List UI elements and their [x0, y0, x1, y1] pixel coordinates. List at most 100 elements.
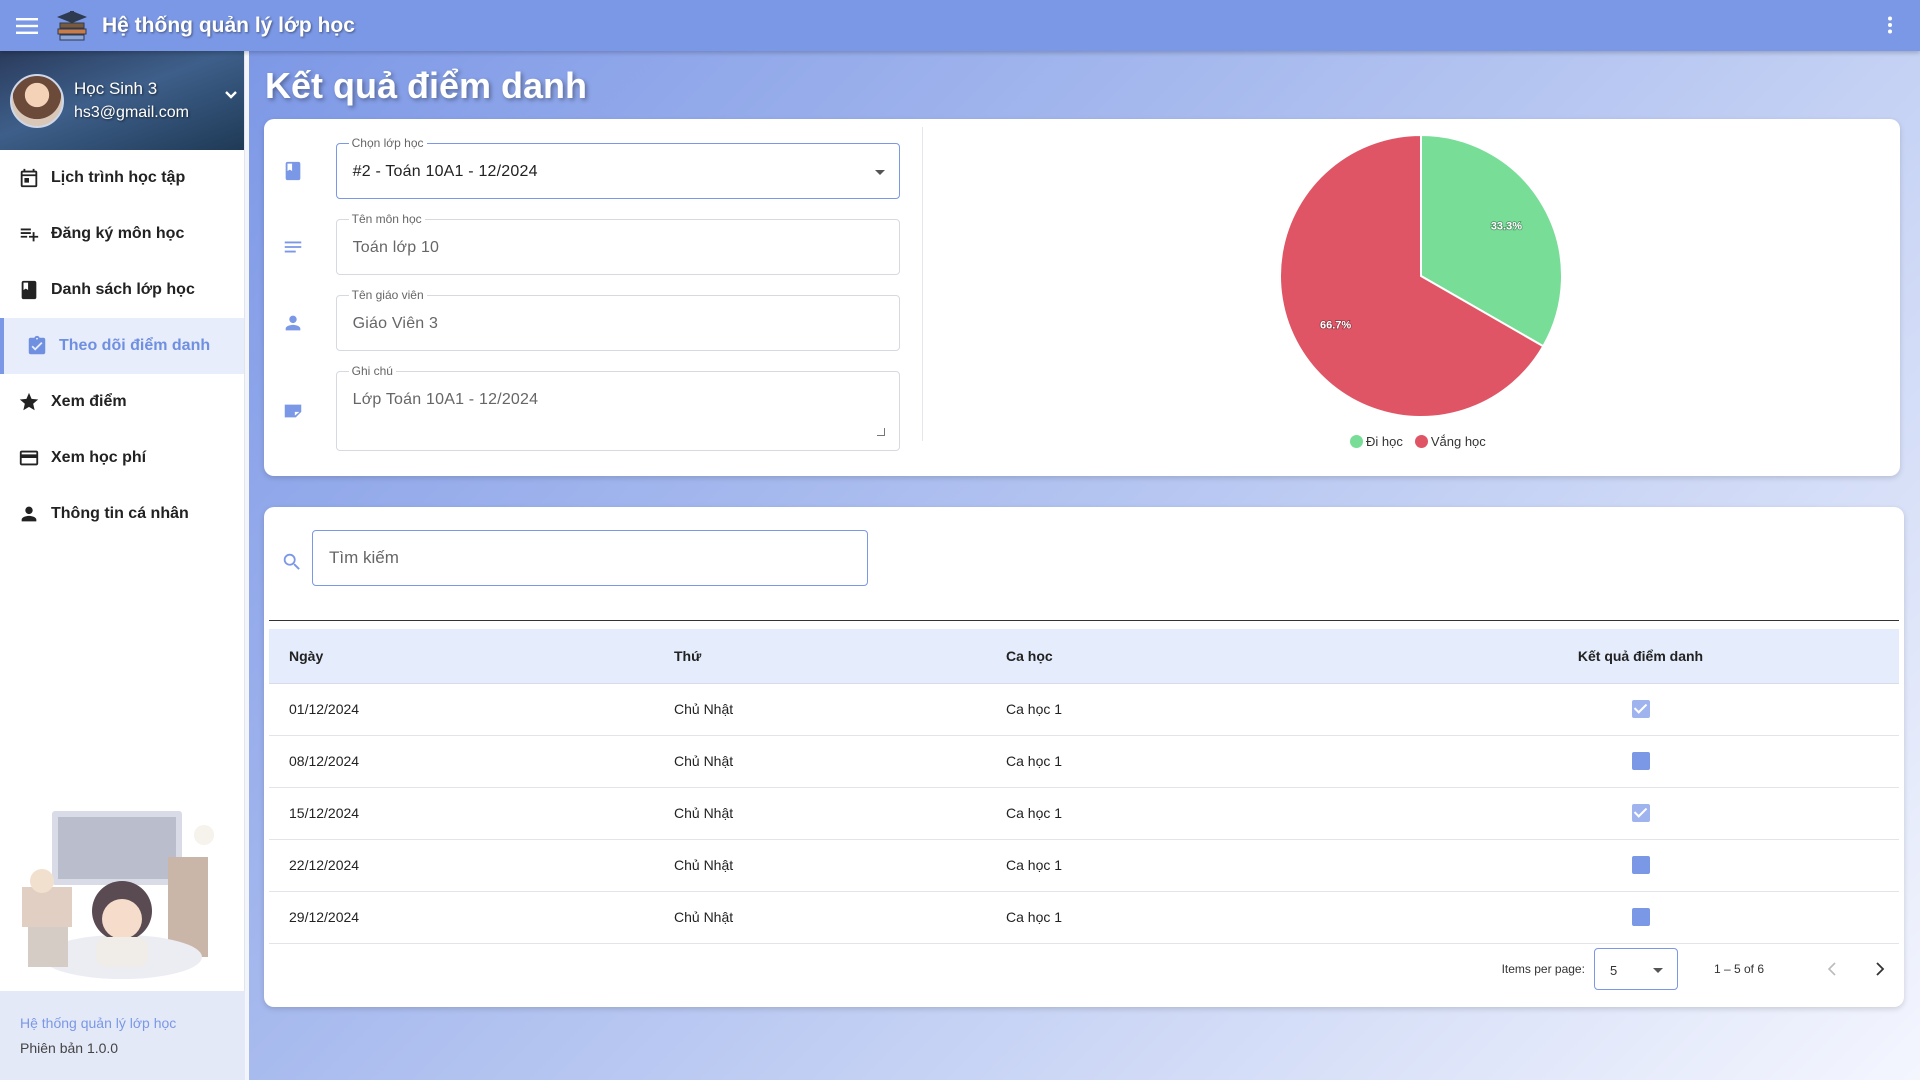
- paginator: Items per page: 5 1 – 5 of 6: [1502, 947, 1904, 991]
- legend-item-absent[interactable]: Vắng học: [1414, 434, 1486, 449]
- dropdown-arrow-icon: [1652, 968, 1663, 973]
- version-number: 1.0.0: [86, 1040, 119, 1056]
- cell-weekday: Chủ Nhật: [674, 787, 1006, 840]
- sidebar-item-tuition[interactable]: Xem học phí: [0, 430, 244, 486]
- sidebar-item-schedule[interactable]: Lịch trình học tập: [0, 150, 244, 206]
- legend-label: Đi học: [1366, 434, 1403, 449]
- divider: [922, 127, 923, 441]
- class-select[interactable]: Chọn lớp học #2 - Toán 10A1 - 12/2024: [335, 136, 900, 199]
- note-row: Ghi chú Lớp Toán 10A1 - 12/2024: [280, 364, 900, 451]
- star-icon: [19, 392, 39, 411]
- cell-shift: Ca học 1: [1006, 735, 1382, 788]
- class-select-label: Chọn lớp học: [348, 136, 427, 150]
- attendance-checkbox[interactable]: [1631, 908, 1650, 927]
- pie-data-label: 33.3%: [1491, 220, 1522, 232]
- sidebar-item-label: Xem điểm: [51, 393, 127, 410]
- attendance-checkbox[interactable]: [1631, 804, 1650, 823]
- sidebar: Học Sinh 3 hs3@gmail.com Lịch trình học …: [0, 51, 245, 1080]
- notes-icon: [280, 234, 306, 260]
- column-header-result[interactable]: Kết quả điểm danh: [1382, 629, 1899, 684]
- sidebar-footer: Hệ thống quản lý lớp học Phiên bản 1.0.0: [0, 991, 245, 1080]
- book-icon: [280, 158, 306, 184]
- attendance-checkbox[interactable]: [1631, 752, 1650, 771]
- attendance-checkbox[interactable]: [1631, 700, 1650, 719]
- sidebar-item-label: Danh sách lớp học: [51, 281, 195, 298]
- attendance-pie-chart: 33.3% 66.7%: [1278, 133, 1564, 419]
- top-app-bar: Hệ thống quản lý lớp học: [0, 0, 1920, 51]
- table-row: 15/12/2024 Chủ Nhật Ca học 1: [269, 787, 1899, 840]
- attendance-table: Ngày Thứ Ca học Kết quả điểm danh 01/12/…: [269, 629, 1899, 944]
- page-title: Kết quả điểm danh: [265, 65, 588, 106]
- note-value: Lớp Toán 10A1 - 12/2024: [352, 391, 539, 408]
- page-size-select[interactable]: 5: [1593, 948, 1678, 990]
- cell-shift: Ca học 1: [1006, 839, 1382, 892]
- table-header-row: Ngày Thứ Ca học Kết quả điểm danh: [269, 629, 1899, 684]
- teacher-label: Tên giáo viên: [348, 288, 427, 302]
- note-field: Ghi chú Lớp Toán 10A1 - 12/2024: [335, 364, 900, 451]
- attendance-table-card: Ngày Thứ Ca học Kết quả điểm danh 01/12/…: [264, 507, 1904, 1007]
- sidebar-item-classes[interactable]: Danh sách lớp học: [0, 262, 244, 318]
- legend-label: Vắng học: [1430, 434, 1486, 449]
- subject-field: Tên môn học Toán lớp 10: [335, 212, 900, 275]
- resize-handle-icon: [877, 428, 885, 436]
- cell-weekday: Chủ Nhật: [674, 735, 1006, 788]
- column-header-weekday[interactable]: Thứ: [674, 629, 1006, 684]
- sidebar-item-profile[interactable]: Thông tin cá nhân: [0, 486, 244, 542]
- cell-shift: Ca học 1: [1006, 787, 1382, 840]
- subject-value: Toán lớp 10: [352, 239, 440, 256]
- book-icon: [21, 280, 37, 300]
- search-input[interactable]: [312, 530, 868, 586]
- sticky-note-icon: [280, 398, 306, 424]
- calendar-icon: [20, 168, 38, 188]
- menu-icon[interactable]: [0, 0, 54, 51]
- chevron-right-icon: [1876, 962, 1885, 976]
- teacher-value: Giáo Viên 3: [352, 315, 439, 332]
- chevron-down-icon[interactable]: [224, 87, 238, 105]
- sidebar-item-attendance[interactable]: Theo dõi điểm danh: [0, 318, 244, 374]
- page-range: 1 – 5 of 6: [1713, 962, 1764, 976]
- column-header-shift[interactable]: Ca học: [1006, 629, 1382, 684]
- subject-row: Tên môn học Toán lớp 10: [280, 212, 900, 275]
- cell-weekday: Chủ Nhật: [674, 839, 1006, 892]
- chevron-left-icon: [1827, 962, 1836, 976]
- previous-page-button[interactable]: [1808, 949, 1856, 989]
- person-icon: [280, 310, 306, 336]
- table-row: 01/12/2024 Chủ Nhật Ca học 1: [269, 683, 1899, 736]
- dropdown-arrow-icon: [875, 170, 885, 175]
- playlist-add-icon: [20, 228, 39, 242]
- teacher-field: Tên giáo viên Giáo Viên 3: [335, 288, 900, 351]
- column-header-date[interactable]: Ngày: [269, 629, 674, 684]
- search-icon: [281, 551, 305, 575]
- sidebar-item-register[interactable]: Đăng ký môn học: [0, 206, 244, 262]
- teacher-row: Tên giáo viên Giáo Viên 3: [280, 288, 900, 351]
- avatar: [10, 73, 64, 128]
- sidebar-item-grades[interactable]: Xem điểm: [0, 374, 244, 430]
- table-row: 08/12/2024 Chủ Nhật Ca học 1: [269, 735, 1899, 788]
- assignment-check-icon: [28, 335, 46, 355]
- class-select-value: #2 - Toán 10A1 - 12/2024: [352, 163, 538, 180]
- attendance-checkbox[interactable]: [1631, 856, 1650, 875]
- cell-weekday: Chủ Nhật: [674, 683, 1006, 736]
- table-row: 29/12/2024 Chủ Nhật Ca học 1: [269, 891, 1899, 944]
- legend-item-present[interactable]: Đi học: [1350, 434, 1403, 449]
- user-name: Học Sinh 3: [74, 79, 158, 98]
- cell-weekday: Chủ Nhật: [674, 891, 1006, 944]
- cell-date: 22/12/2024: [269, 839, 674, 892]
- legend-dot-absent: [1414, 435, 1428, 448]
- more-vert-icon[interactable]: [1878, 13, 1902, 37]
- sidebar-item-label: Xem học phí: [51, 449, 147, 466]
- sidebar-item-label: Lịch trình học tập: [51, 169, 186, 186]
- footer-version: Phiên bản 1.0.0: [20, 1040, 245, 1056]
- sidebar-item-label: Đăng ký môn học: [51, 225, 185, 242]
- sidebar-item-label: Theo dõi điểm danh: [59, 337, 211, 354]
- next-page-button[interactable]: [1856, 949, 1904, 989]
- cell-shift: Ca học 1: [1006, 891, 1382, 944]
- items-per-page-label: Items per page:: [1501, 962, 1585, 976]
- divider: [269, 620, 1899, 621]
- user-profile[interactable]: Học Sinh 3 hs3@gmail.com: [0, 51, 244, 150]
- sidebar-illustration: [18, 807, 226, 987]
- sidebar-item-label: Thông tin cá nhân: [51, 505, 189, 522]
- app-logo-icon: [54, 8, 90, 44]
- legend-dot-present: [1350, 435, 1363, 448]
- subject-label: Tên môn học: [348, 212, 425, 226]
